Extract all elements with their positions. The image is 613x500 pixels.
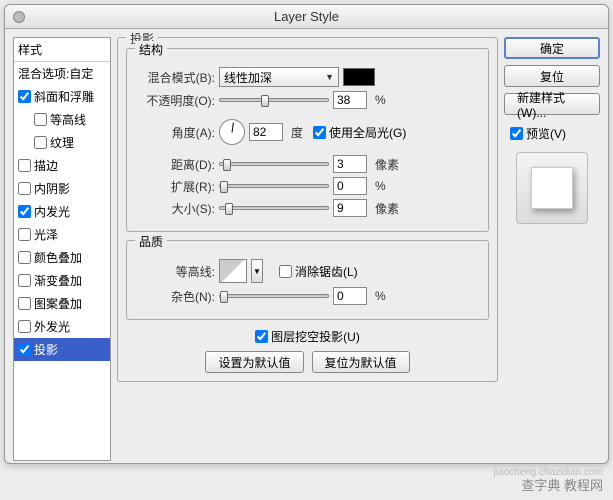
structure-group: 结构 混合模式(B): 线性加深 不透明度(O): % 角度(A): (126, 48, 489, 232)
noise-unit: % (375, 289, 386, 303)
set-default-button[interactable]: 设置为默认值 (205, 351, 303, 373)
blending-options[interactable]: 混合选项:自定 (14, 62, 110, 85)
spread-unit: % (375, 179, 386, 193)
distance-label: 距离(D): (137, 156, 215, 173)
sidebar-checkbox[interactable] (18, 320, 31, 333)
sidebar-item-label: 颜色叠加 (34, 249, 82, 266)
global-light-checkbox[interactable]: 使用全局光(G) (313, 124, 406, 141)
sidebar-item-label: 描边 (34, 157, 58, 174)
sidebar-item-1[interactable]: 等高线 (14, 108, 110, 131)
sidebar-checkbox[interactable] (18, 274, 31, 287)
window-title: Layer Style (274, 9, 339, 24)
spread-input[interactable] (333, 177, 367, 195)
quality-group: 品质 等高线: ▼ 消除锯齿(L) 杂色(N): % (126, 240, 489, 320)
sidebar-item-3[interactable]: 描边 (14, 154, 110, 177)
sidebar-item-0[interactable]: 斜面和浮雕 (14, 85, 110, 108)
sidebar-item-label: 投影 (34, 341, 58, 358)
titlebar[interactable]: Layer Style (5, 5, 608, 29)
sidebar-item-label: 内阴影 (34, 180, 70, 197)
sidebar-item-label: 纹理 (50, 134, 74, 151)
shadow-color-swatch[interactable] (343, 68, 375, 86)
noise-input[interactable] (333, 287, 367, 305)
sidebar-item-2[interactable]: 纹理 (14, 131, 110, 154)
sidebar-item-9[interactable]: 图案叠加 (14, 292, 110, 315)
preview-box (516, 152, 588, 224)
antialias-checkbox[interactable]: 消除锯齿(L) (279, 263, 358, 280)
knockout-checkbox[interactable]: 图层挖空投影(U) (255, 328, 360, 345)
sidebar-item-6[interactable]: 光泽 (14, 223, 110, 246)
sidebar-item-7[interactable]: 颜色叠加 (14, 246, 110, 269)
sidebar-checkbox[interactable] (18, 251, 31, 264)
sidebar-item-10[interactable]: 外发光 (14, 315, 110, 338)
noise-label: 杂色(N): (137, 288, 215, 305)
distance-input[interactable] (333, 155, 367, 173)
angle-dial[interactable] (219, 119, 245, 145)
opacity-input[interactable] (333, 91, 367, 109)
sidebar-item-label: 图案叠加 (34, 295, 82, 312)
sidebar-item-label: 等高线 (50, 111, 86, 128)
sidebar-item-label: 内发光 (34, 203, 70, 220)
opacity-label: 不透明度(O): (137, 92, 215, 109)
angle-unit: 度 (291, 124, 303, 141)
reset-default-button[interactable]: 复位为默认值 (312, 351, 410, 373)
chevron-down-icon[interactable]: ▼ (251, 259, 263, 283)
sidebar-item-label: 光泽 (34, 226, 58, 243)
cancel-button[interactable]: 复位 (504, 65, 600, 87)
layer-style-dialog: Layer Style 样式 混合选项:自定 斜面和浮雕等高线纹理描边内阴影内发… (4, 4, 609, 464)
contour-label: 等高线: (137, 263, 215, 280)
sidebar-checkbox[interactable] (18, 90, 31, 103)
sidebar-checkbox[interactable] (18, 205, 31, 218)
sidebar-item-label: 外发光 (34, 318, 70, 335)
distance-unit: 像素 (375, 156, 399, 173)
watermark-text: 查字典 教程网 (521, 475, 603, 494)
sidebar-item-8[interactable]: 渐变叠加 (14, 269, 110, 292)
opacity-slider[interactable] (219, 98, 329, 102)
sidebar-item-label: 渐变叠加 (34, 272, 82, 289)
new-style-button[interactable]: 新建样式(W)... (504, 93, 600, 115)
sidebar-checkbox[interactable] (18, 182, 31, 195)
size-label: 大小(S): (137, 200, 215, 217)
sidebar-header: 样式 (14, 38, 110, 62)
preview-checkbox[interactable]: 预览(V) (510, 125, 600, 142)
blend-mode-label: 混合模式(B): (137, 69, 215, 86)
opacity-unit: % (375, 93, 386, 107)
preview-swatch (531, 167, 573, 209)
close-icon[interactable] (13, 11, 25, 23)
sidebar-item-4[interactable]: 内阴影 (14, 177, 110, 200)
angle-label: 角度(A): (137, 124, 215, 141)
distance-slider[interactable] (219, 162, 329, 166)
sidebar-checkbox[interactable] (18, 343, 31, 356)
size-slider[interactable] (219, 206, 329, 210)
sidebar-checkbox[interactable] (34, 136, 47, 149)
spread-label: 扩展(R): (137, 178, 215, 195)
sidebar-item-11[interactable]: 投影 (14, 338, 110, 361)
ok-button[interactable]: 确定 (504, 37, 600, 59)
sidebar-checkbox[interactable] (18, 159, 31, 172)
drop-shadow-group: 投影 结构 混合模式(B): 线性加深 不透明度(O): % (117, 37, 498, 382)
spread-slider[interactable] (219, 184, 329, 188)
sidebar-item-5[interactable]: 内发光 (14, 200, 110, 223)
size-unit: 像素 (375, 200, 399, 217)
sidebar-checkbox[interactable] (18, 228, 31, 241)
structure-title: 结构 (135, 41, 167, 58)
sidebar-checkbox[interactable] (34, 113, 47, 126)
blend-mode-select[interactable]: 线性加深 (219, 67, 339, 87)
contour-swatch[interactable] (219, 259, 247, 283)
sidebar-item-label: 斜面和浮雕 (34, 88, 94, 105)
right-panel: 确定 复位 新建样式(W)... 预览(V) (504, 37, 600, 461)
size-input[interactable] (333, 199, 367, 217)
noise-slider[interactable] (219, 294, 329, 298)
angle-input[interactable] (249, 123, 283, 141)
sidebar-checkbox[interactable] (18, 297, 31, 310)
styles-sidebar: 样式 混合选项:自定 斜面和浮雕等高线纹理描边内阴影内发光光泽颜色叠加渐变叠加图… (13, 37, 111, 461)
quality-title: 品质 (135, 233, 167, 250)
